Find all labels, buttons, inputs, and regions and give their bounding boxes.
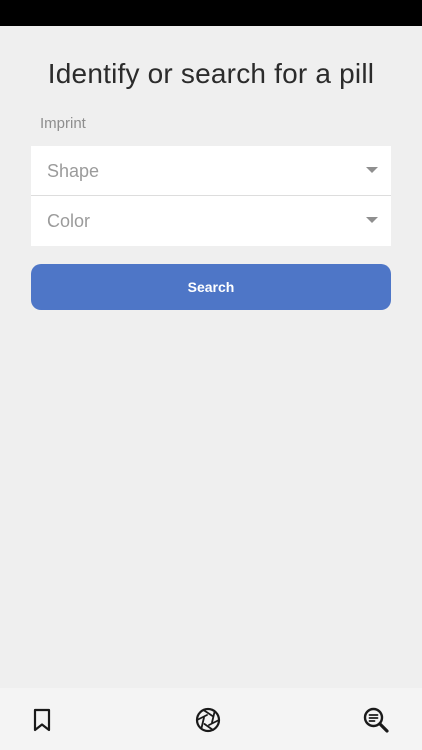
tab-search[interactable] — [361, 705, 391, 735]
bottom-tab-bar — [0, 688, 422, 750]
caret-down-icon — [366, 167, 378, 173]
search-button[interactable]: Search — [31, 264, 391, 310]
page-title: Identify or search for a pill — [47, 58, 375, 89]
shape-select-text: Shape — [47, 161, 100, 181]
tab-bookmarks[interactable] — [27, 705, 57, 735]
shape-select[interactable]: Shape — [31, 146, 391, 196]
filter-card: Shape Color — [31, 146, 391, 246]
search-list-icon — [363, 707, 389, 733]
status-bar — [0, 0, 422, 26]
color-select-text: Color — [47, 211, 91, 231]
caret-down-icon — [366, 217, 378, 223]
camera-aperture-icon — [195, 707, 221, 733]
tab-identify[interactable] — [193, 705, 223, 735]
color-select[interactable]: Color — [31, 196, 391, 246]
imprint-label[interactable]: Imprint — [40, 114, 86, 134]
bookmark-icon — [33, 708, 51, 732]
